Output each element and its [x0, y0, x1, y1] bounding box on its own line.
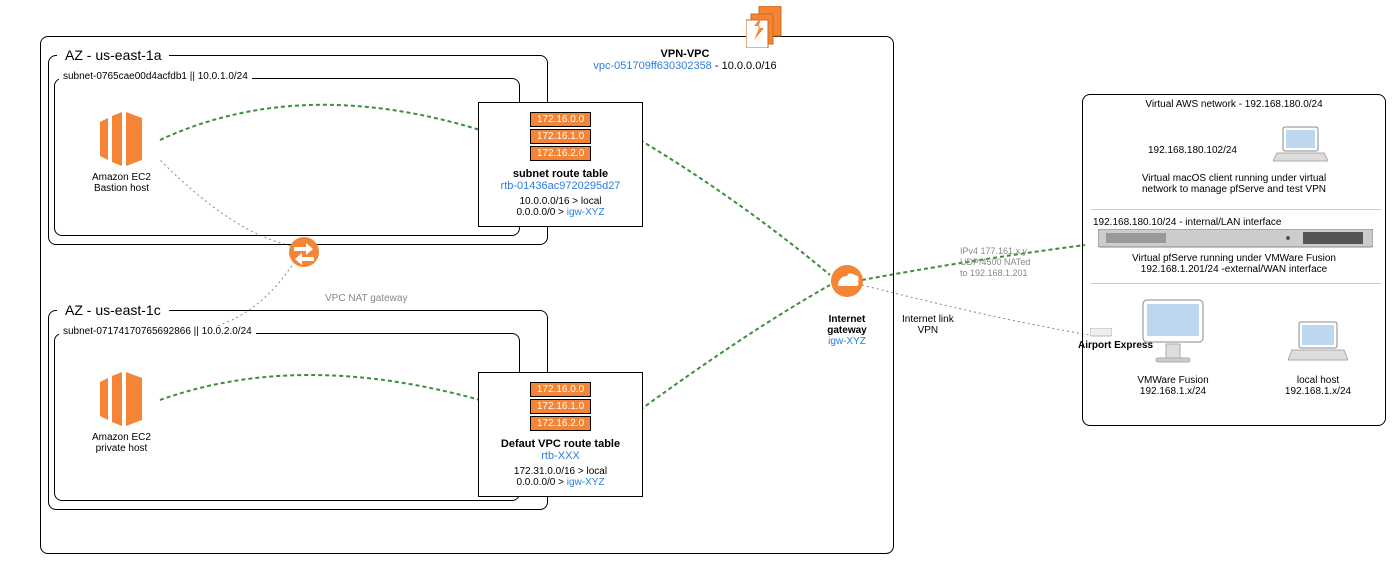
macbook-icon — [1273, 125, 1328, 165]
pfserve-desc-block: Virtual pfServe running under VMWare Fus… — [1083, 253, 1385, 275]
rt2-local: 172.31.0.0/16 > local — [489, 466, 632, 477]
rt1-def-prefix: 0.0.0.0/0 > — [516, 207, 566, 218]
macos-desc1: Virtual macOS client running under virtu… — [1083, 173, 1385, 184]
rt1-local: 10.0.0.0/16 > local — [489, 196, 632, 207]
ec2-label: Amazon EC2 — [92, 432, 151, 443]
mbp-title: local host — [1268, 375, 1368, 386]
vpc-id-link[interactable]: vpc-051709ff630302358 — [593, 60, 711, 72]
rt1-def-link[interactable]: igw-XYZ — [567, 207, 605, 218]
mbp-block: local host 192.168.1.x/24 — [1268, 375, 1368, 397]
igw-label-block: Internet gateway igw-XYZ — [808, 314, 886, 347]
macos-desc2: network to manage pfServe and test VPN — [1083, 184, 1385, 195]
cidr-tag: 172.16.1.0 — [530, 129, 591, 144]
remote-network-box: Virtual AWS network - 192.168.180.0/24 1… — [1082, 94, 1386, 426]
vpc-title-block: VPN-VPC vpc-051709ff630302358 - 10.0.0.0… — [580, 48, 790, 72]
route-table-1: 172.16.0.0 172.16.1.0 172.16.2.0 subnet … — [478, 102, 643, 227]
tun-line2: UDP/4500 NATed — [960, 257, 1030, 268]
inet-line1: Internet link — [902, 314, 954, 325]
remote-header: Virtual AWS network - 192.168.180.0/24 — [1083, 99, 1385, 110]
vpc-title: VPN-VPC — [580, 48, 790, 60]
ec2-label: Amazon EC2 — [92, 172, 151, 183]
macos-ip: 192.168.180.102/24 — [1148, 145, 1237, 156]
cidr-tag: 172.16.0.0 — [530, 382, 591, 397]
igw-title: Internet gateway — [808, 314, 886, 336]
tunnel-info: IPv4 177.161.x.y UDP/4500 NATed to 192.1… — [960, 246, 1030, 278]
ec2-sublabel: Bastion host — [92, 183, 151, 194]
az1-title: AZ - us-east-1a — [57, 46, 169, 64]
internet-link-block: Internet link VPN — [902, 314, 954, 336]
imac-ip: 192.168.1.x/24 — [1113, 386, 1233, 397]
ec2-sublabel: private host — [92, 443, 151, 454]
ec2-icon — [92, 370, 150, 428]
tun-line3: to 192.168.1.201 — [960, 268, 1030, 279]
igw-id-link[interactable]: igw-XYZ — [828, 336, 866, 347]
imac-title: VMWare Fusion — [1113, 375, 1233, 386]
tun-line1: IPv4 177.161.x.y — [960, 246, 1030, 257]
pfserve-ip: 192.168.180.10/24 - internal/LAN interfa… — [1093, 217, 1281, 228]
cidr-tag: 172.16.1.0 — [530, 399, 591, 414]
az2-subnet-label: subnet-07174170765692866 || 10.0.2.0/24 — [59, 326, 256, 337]
rt1-id-link[interactable]: rtb-01436ac9720295d27 — [501, 180, 621, 192]
rt1-title: subnet route table — [489, 168, 632, 180]
macos-desc-block: Virtual macOS client running under virtu… — [1083, 173, 1385, 195]
imac-block: VMWare Fusion 192.168.1.x/24 — [1113, 375, 1233, 397]
vpc-cidr: - 10.0.0.0/16 — [712, 60, 777, 72]
rt2-title: Defaut VPC route table — [489, 438, 632, 450]
rt2-id-link[interactable]: rtb-XXX — [541, 450, 580, 462]
ec2-icon — [92, 110, 150, 168]
rack-server-icon — [1098, 229, 1373, 249]
cidr-tag: 172.16.2.0 — [530, 146, 591, 161]
inet-line2: VPN — [902, 325, 954, 336]
vpc-icon — [746, 6, 796, 48]
nat-label: VPC NAT gateway — [325, 293, 407, 304]
macbook-localhost-icon — [1288, 320, 1348, 364]
ec2-bastion: Amazon EC2 Bastion host — [92, 110, 151, 194]
rt2-def-link[interactable]: igw-XYZ — [567, 477, 605, 488]
az1-subnet-label: subnet-0765cae00d4acfdb1 || 10.0.1.0/24 — [59, 71, 252, 82]
cidr-tag: 172.16.2.0 — [530, 416, 591, 431]
route-table-2: 172.16.0.0 172.16.1.0 172.16.2.0 Defaut … — [478, 372, 643, 497]
nat-gateway-icon — [288, 236, 320, 268]
ec2-private: Amazon EC2 private host — [92, 370, 151, 454]
pfserve-desc2: 192.168.1.201/24 -external/WAN interface — [1083, 264, 1385, 275]
az2-title: AZ - us-east-1c — [57, 301, 169, 319]
mbp-ip: 192.168.1.x/24 — [1268, 386, 1368, 397]
pfserve-desc1: Virtual pfServe running under VMWare Fus… — [1083, 253, 1385, 264]
imac-icon — [1138, 298, 1208, 370]
cidr-tag: 172.16.0.0 — [530, 112, 591, 127]
igw-icon — [830, 264, 864, 298]
rt2-def-prefix: 0.0.0.0/0 > — [516, 477, 566, 488]
